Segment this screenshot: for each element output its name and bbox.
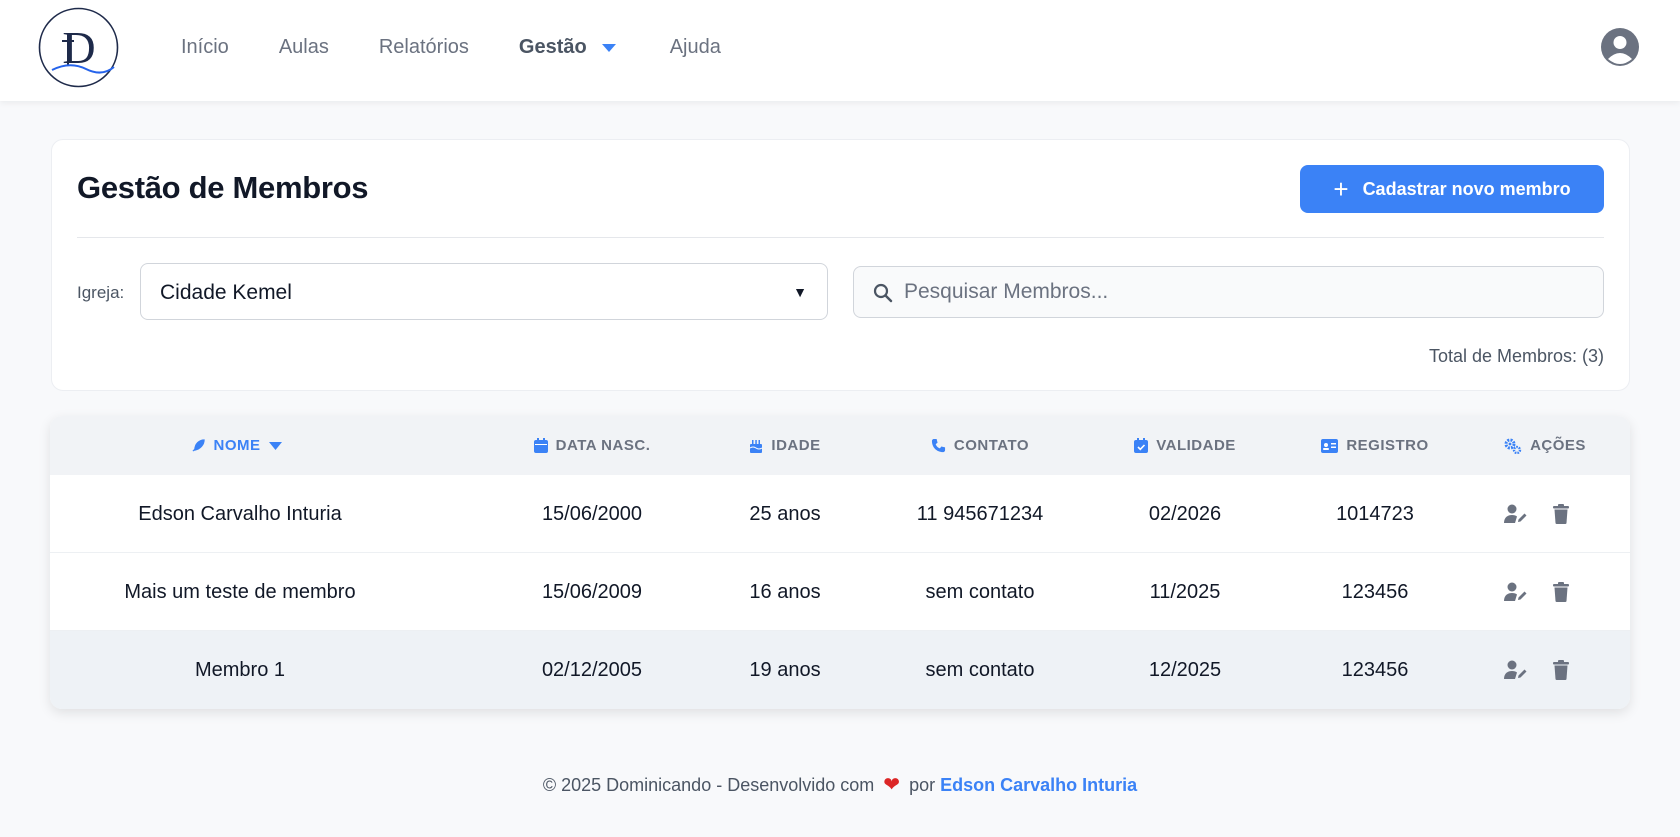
cell-contato: sem contato xyxy=(925,658,1035,681)
edit-member-icon[interactable] xyxy=(1502,578,1530,606)
main-nav: Início Aulas Relatórios Gestão Ajuda xyxy=(181,0,721,95)
church-label: Igreja: xyxy=(77,283,125,302)
column-header-label: VALIDADE xyxy=(1156,437,1236,454)
nav-inicio[interactable]: Início xyxy=(181,36,229,59)
cell-registro: 123456 xyxy=(1341,658,1409,681)
add-member-button[interactable]: + Cadastrar novo membro xyxy=(1300,165,1604,213)
user-avatar-icon[interactable] xyxy=(1601,28,1639,66)
column-header-label: AÇÕES xyxy=(1530,437,1586,454)
column-header-nome[interactable]: NOME xyxy=(50,416,430,475)
nav-aulas[interactable]: Aulas xyxy=(279,36,329,59)
members-filter-card: Gestão de Membros + Cadastrar novo membr… xyxy=(51,139,1630,391)
cell-registro: 123456 xyxy=(1341,580,1409,603)
nav-gestao-label: Gestão xyxy=(518,36,587,58)
members-table: NOME DATA NASC. IDADE CONTATO VALIDADE R… xyxy=(50,416,1630,709)
cell-contato: 11 945671234 xyxy=(916,502,1044,525)
cell-validade: 12/2025 xyxy=(1148,658,1222,681)
column-header-idade[interactable]: IDADE xyxy=(690,416,880,475)
cell-nome: Edson Carvalho Inturia xyxy=(138,502,342,525)
edit-member-icon[interactable] xyxy=(1502,500,1530,528)
cell-nome: Mais um teste de membro xyxy=(124,580,356,603)
search-icon xyxy=(873,283,893,303)
table-row[interactable]: Edson Carvalho Inturia 15/06/2000 25 ano… xyxy=(50,475,1630,553)
heart-icon: ❤ xyxy=(883,774,901,796)
column-header-acoes: AÇÕES xyxy=(1460,416,1630,475)
column-header-contato[interactable]: CONTATO xyxy=(880,416,1080,475)
column-header-label: CONTATO xyxy=(953,437,1030,454)
nav-relatorios[interactable]: Relatórios xyxy=(379,36,469,59)
table-row[interactable]: Membro 1 02/12/2005 19 anos sem contato … xyxy=(50,631,1630,709)
page-title: Gestão de Membros xyxy=(77,170,369,205)
column-header-label: IDADE xyxy=(771,437,821,454)
cake-icon xyxy=(749,438,771,453)
footer-by: por xyxy=(909,775,936,795)
table-header: NOME DATA NASC. IDADE CONTATO VALIDADE R… xyxy=(50,416,1630,475)
church-select-value: Cidade Kemel xyxy=(160,281,292,304)
cell-validade: 02/2026 xyxy=(1148,502,1222,525)
select-caret-icon: ▼ xyxy=(793,284,807,300)
church-select[interactable]: Cidade Kemel ▼ xyxy=(140,263,828,320)
column-header-label: NOME xyxy=(213,437,261,454)
nav-gestao-dropdown[interactable]: Gestão xyxy=(519,36,617,59)
cell-contato: sem contato xyxy=(925,580,1035,603)
delete-member-icon[interactable] xyxy=(1547,578,1575,606)
cell-nome: Membro 1 xyxy=(194,658,286,681)
page-footer: © 2025 Dominicando - Desenvolvido com ❤ … xyxy=(0,772,1680,797)
sort-desc-icon xyxy=(268,441,290,450)
cell-idade: 19 anos xyxy=(749,658,821,681)
cell-idade: 25 anos xyxy=(749,502,821,525)
column-header-validade[interactable]: VALIDADE xyxy=(1080,416,1290,475)
footer-author-link[interactable]: Edson Carvalho Inturia xyxy=(940,775,1137,795)
edit-member-icon[interactable] xyxy=(1502,656,1530,684)
cell-registro: 1014723 xyxy=(1336,502,1414,525)
table-row[interactable]: Mais um teste de membro 15/06/2009 16 an… xyxy=(50,553,1630,631)
calendar-check-icon xyxy=(1134,438,1156,453)
column-header-label: REGISTRO xyxy=(1346,437,1429,454)
delete-member-icon[interactable] xyxy=(1547,656,1575,684)
divider xyxy=(77,237,1604,238)
gears-icon xyxy=(1504,438,1530,454)
id-card-icon xyxy=(1321,438,1346,453)
search-box xyxy=(853,266,1604,318)
delete-member-icon[interactable] xyxy=(1547,500,1575,528)
column-header-registro[interactable]: REGISTRO xyxy=(1290,416,1460,475)
footer-copyright: © 2025 Dominicando - Desenvolvido com xyxy=(542,775,875,795)
calendar-icon xyxy=(533,438,556,453)
cell-validade: 11/2025 xyxy=(1149,580,1221,603)
cell-idade: 16 anos xyxy=(749,580,821,603)
caret-down-icon xyxy=(601,43,617,53)
dominicando-logo[interactable]: D xyxy=(38,7,119,88)
column-header-label: DATA NASC. xyxy=(555,437,651,454)
add-member-label: Cadastrar novo membro xyxy=(1362,178,1571,199)
top-navbar: D Início Aulas Relatórios Gestão Ajuda xyxy=(0,0,1680,101)
members-total: Total de Membros: (3) xyxy=(1428,346,1604,366)
plus-icon: + xyxy=(1333,174,1349,204)
phone-icon xyxy=(931,438,954,453)
search-members-input[interactable] xyxy=(904,267,1594,317)
nav-ajuda[interactable]: Ajuda xyxy=(670,36,721,59)
feather-icon xyxy=(191,438,214,453)
